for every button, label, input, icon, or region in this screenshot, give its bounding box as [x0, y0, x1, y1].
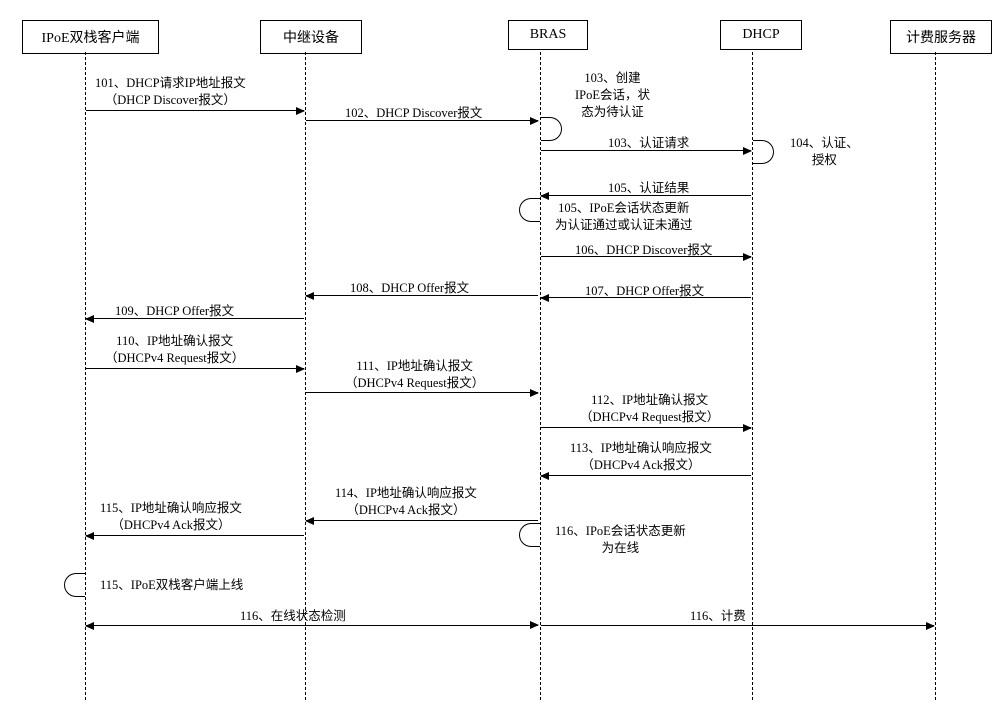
- msg-101: 101、DHCP请求IP地址报文 （DHCP Discover报文）: [95, 75, 246, 109]
- arrow-106: [541, 256, 751, 257]
- msg-103-note-l3: 态为待认证: [581, 105, 644, 119]
- msg-104-l2: 授权: [812, 153, 837, 167]
- lifeline-billing: [935, 52, 938, 700]
- msg-104-l1: 104、认证、: [790, 136, 859, 150]
- msg-116-billing: 116、计费: [690, 608, 746, 625]
- msg-116-note-l2: 为在线: [602, 541, 640, 555]
- arrow-105: [541, 195, 751, 196]
- arrow-107: [541, 297, 751, 298]
- arrow-114: [306, 520, 538, 521]
- arrow-101: [86, 110, 304, 111]
- lifeline-client: [85, 52, 88, 700]
- arrow-103-req: [541, 150, 751, 151]
- msg-113-l2: （DHCPv4 Ack报文）: [581, 458, 700, 472]
- msg-115: 115、IP地址确认响应报文 （DHCPv4 Ack报文）: [100, 500, 242, 534]
- msg-101-l1: 101、DHCP请求IP地址报文: [95, 76, 246, 90]
- msg-110-l1: 110、IP地址确认报文: [116, 334, 233, 348]
- selfloop-104: [753, 140, 774, 164]
- msg-114-l2: （DHCPv4 Ack报文）: [346, 503, 465, 517]
- msg-101-l2: （DHCP Discover报文）: [105, 93, 236, 107]
- msg-105-note-l2: 为认证通过或认证未通过: [555, 218, 693, 232]
- msg-116-online: 116、在线状态检测: [240, 608, 346, 625]
- msg-113-l1: 113、IP地址确认响应报文: [570, 441, 712, 455]
- arrow-102: [306, 120, 538, 121]
- arrow-111: [306, 392, 538, 393]
- msg-114: 114、IP地址确认响应报文 （DHCPv4 Ack报文）: [335, 485, 477, 519]
- arrow-116-billing: [541, 625, 934, 626]
- msg-116-note-l1: 116、IPoE会话状态更新: [555, 524, 686, 538]
- msg-110-l2: （DHCPv4 Request报文）: [105, 351, 244, 365]
- selfloop-105: [519, 198, 540, 222]
- msg-112-l1: 112、IP地址确认报文: [591, 393, 708, 407]
- selfloop-115-client: [64, 573, 85, 597]
- arrow-113: [541, 475, 751, 476]
- sequence-diagram: IPoE双栈客户端 中继设备 BRAS DHCP 计费服务器 101、DHCP请…: [0, 0, 1000, 728]
- msg-113: 113、IP地址确认响应报文 （DHCPv4 Ack报文）: [570, 440, 712, 474]
- selfloop-103: [541, 117, 562, 141]
- arrow-108: [306, 295, 538, 296]
- msg-116-note: 116、IPoE会话状态更新 为在线: [555, 523, 686, 557]
- arrow-110: [86, 368, 304, 369]
- msg-112-l2: （DHCPv4 Request报文）: [580, 410, 719, 424]
- participant-billing: 计费服务器: [890, 20, 992, 54]
- participant-bras: BRAS: [508, 20, 588, 50]
- arrow-116-online-l: [86, 625, 538, 626]
- lifeline-relay: [305, 52, 308, 700]
- msg-103-note-l1: 103、创建: [584, 71, 640, 85]
- arrow-112: [541, 427, 751, 428]
- msg-103-note-l2: IPoE会话，状: [575, 88, 650, 102]
- participant-dhcp: DHCP: [720, 20, 802, 50]
- msg-105-note-l1: 105、IPoE会话状态更新: [558, 201, 689, 215]
- participant-client: IPoE双栈客户端: [22, 20, 159, 54]
- msg-111: 111、IP地址确认报文 （DHCPv4 Request报文）: [345, 358, 484, 392]
- msg-110: 110、IP地址确认报文 （DHCPv4 Request报文）: [105, 333, 244, 367]
- msg-111-l2: （DHCPv4 Request报文）: [345, 376, 484, 390]
- selfloop-116: [519, 523, 540, 547]
- arrow-115: [86, 535, 304, 536]
- msg-105-note: 105、IPoE会话状态更新 为认证通过或认证未通过: [555, 200, 693, 234]
- participant-relay: 中继设备: [260, 20, 362, 54]
- msg-103-note: 103、创建 IPoE会话，状 态为待认证: [575, 70, 650, 121]
- msg-111-l1: 111、IP地址确认报文: [356, 359, 472, 373]
- msg-115-client: 115、IPoE双栈客户端上线: [100, 577, 243, 594]
- arrow-109: [86, 318, 304, 319]
- msg-115-l1: 115、IP地址确认响应报文: [100, 501, 242, 515]
- msg-112: 112、IP地址确认报文 （DHCPv4 Request报文）: [580, 392, 719, 426]
- msg-114-l1: 114、IP地址确认响应报文: [335, 486, 477, 500]
- msg-104: 104、认证、 授权: [790, 135, 859, 169]
- msg-115-l2: （DHCPv4 Ack报文）: [111, 518, 230, 532]
